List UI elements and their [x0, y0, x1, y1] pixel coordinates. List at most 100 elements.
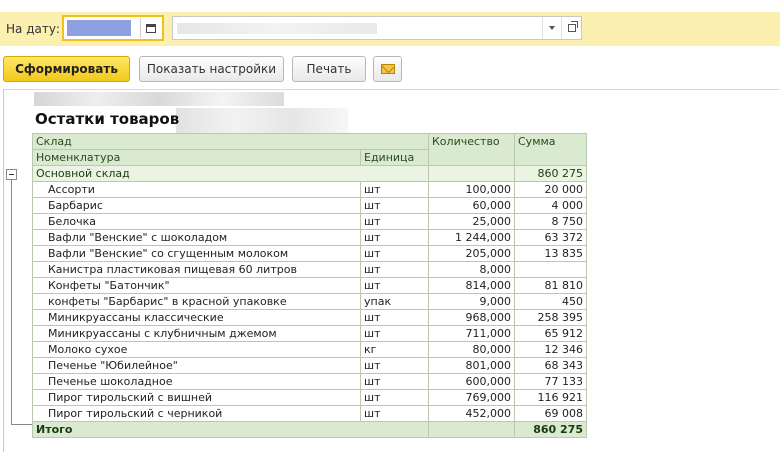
product-sum: [514, 261, 587, 278]
product-sum: 8 750: [514, 213, 587, 230]
column-header-sum[interactable]: Сумма: [514, 133, 587, 166]
open-button[interactable]: [561, 17, 582, 39]
product-quantity: 80,000: [428, 341, 515, 358]
report-header-redacted: [34, 92, 284, 106]
product-name: Молоко сухое: [32, 341, 361, 358]
organization-select[interactable]: [172, 16, 582, 40]
total-row[interactable]: Итого 860 275: [32, 421, 587, 438]
product-quantity: 60,000: [428, 197, 515, 214]
calendar-icon: [146, 23, 156, 33]
envelope-icon: [380, 64, 395, 74]
product-name: Печенье шоколадное: [32, 373, 361, 390]
product-unit: шт: [360, 325, 429, 342]
product-unit: шт: [360, 373, 429, 390]
table-header-row: Склад Количество Сумма: [32, 133, 587, 166]
product-name: Миникруассаны с клубничным джемом: [32, 325, 361, 342]
product-quantity: 600,000: [428, 373, 515, 390]
table-row[interactable]: Молоко сухое кг 80,000 12 346: [32, 341, 587, 358]
product-name: Барбарис: [32, 197, 361, 214]
product-unit: шт: [360, 245, 429, 262]
table-row[interactable]: Миникруассаны с клубничным джемом шт 711…: [32, 325, 587, 342]
product-unit: шт: [360, 229, 429, 246]
product-sum: 63 372: [514, 229, 587, 246]
table-row[interactable]: Печенье шоколадное шт 600,000 77 133: [32, 373, 587, 390]
product-quantity: 25,000: [428, 213, 515, 230]
table-row[interactable]: Белочка шт 25,000 8 750: [32, 213, 587, 230]
product-quantity: 711,000: [428, 325, 515, 342]
table-row[interactable]: Печенье "Юбилейное" шт 801,000 68 343: [32, 357, 587, 374]
product-name: Конфеты "Батончик": [32, 277, 361, 294]
table-row[interactable]: Вафли "Венские" со сгущенным молоком шт …: [32, 245, 587, 262]
table-row[interactable]: Ассорти шт 100,000 20 000: [32, 181, 587, 198]
group-row[interactable]: Основной склад 860 275: [32, 165, 587, 182]
show-settings-button[interactable]: Показать настройки: [139, 56, 284, 82]
product-name: Канистра пластиковая пищевая 60 литров: [32, 261, 361, 278]
product-quantity: 452,000: [428, 405, 515, 422]
product-unit: упак: [360, 293, 429, 310]
product-quantity: 814,000: [428, 277, 515, 294]
table-row[interactable]: конфеты "Барбарис" в красной упаковке уп…: [32, 293, 587, 310]
product-unit: шт: [360, 357, 429, 374]
product-quantity: 968,000: [428, 309, 515, 326]
product-sum: 13 835: [514, 245, 587, 262]
report-title: Остатки товаров: [35, 110, 180, 128]
column-header-unit[interactable]: Единица: [360, 149, 429, 166]
product-quantity: 1 244,000: [428, 229, 515, 246]
column-header-warehouse[interactable]: Склад: [32, 133, 429, 150]
product-sum: 65 912: [514, 325, 587, 342]
product-quantity: 205,000: [428, 245, 515, 262]
product-sum: 68 343: [514, 357, 587, 374]
tree-line: [11, 174, 12, 424]
product-sum: 69 008: [514, 405, 587, 422]
collapse-icon[interactable]: [6, 169, 17, 180]
product-unit: шт: [360, 197, 429, 214]
table-row[interactable]: Конфеты "Батончик" шт 814,000 81 810: [32, 277, 587, 294]
table-row[interactable]: Канистра пластиковая пищевая 60 литров ш…: [32, 261, 587, 278]
product-unit: кг: [360, 341, 429, 358]
table-row[interactable]: Миникруассаны классические шт 968,000 25…: [32, 309, 587, 326]
report-title-redacted: [176, 108, 348, 136]
organization-input[interactable]: [177, 23, 377, 34]
product-name: Пирог тирольский с черникой: [32, 405, 361, 422]
product-quantity: 8,000: [428, 261, 515, 278]
print-button[interactable]: Печать: [292, 56, 366, 82]
product-unit: шт: [360, 261, 429, 278]
product-sum: 4 000: [514, 197, 587, 214]
product-sum: 77 133: [514, 373, 587, 390]
table-row[interactable]: Вафли "Венские" с шоколадом шт 1 244,000…: [32, 229, 587, 246]
product-quantity: 100,000: [428, 181, 515, 198]
report-table: Склад Количество Сумма Номенклатура Един…: [32, 133, 587, 438]
product-quantity: 769,000: [428, 389, 515, 406]
product-sum: 450: [514, 293, 587, 310]
table-row[interactable]: Пирог тирольский с черникой шт 452,000 6…: [32, 405, 587, 422]
product-unit: шт: [360, 277, 429, 294]
product-sum: 12 346: [514, 341, 587, 358]
tree-line-end: [11, 424, 33, 425]
total-sum: 860 275: [514, 421, 587, 438]
send-email-button[interactable]: [373, 56, 402, 82]
product-unit: шт: [360, 389, 429, 406]
open-icon: [568, 21, 578, 32]
product-name: конфеты "Барбарис" в красной упаковке: [32, 293, 361, 310]
product-name: Вафли "Венские" с шоколадом: [32, 229, 361, 246]
column-header-quantity[interactable]: Количество: [428, 133, 515, 166]
chevron-down-icon: [549, 26, 555, 30]
product-unit: шт: [360, 213, 429, 230]
table-row[interactable]: Барбарис шт 60,000 4 000: [32, 197, 587, 214]
generate-button[interactable]: Сформировать: [3, 56, 130, 82]
group-sum: 860 275: [514, 165, 587, 182]
table-row[interactable]: Пирог тирольский с вишней шт 769,000 116…: [32, 389, 587, 406]
product-name: Печенье "Юбилейное": [32, 357, 361, 374]
product-name: Пирог тирольский с вишней: [32, 389, 361, 406]
product-name: Вафли "Венские" со сгущенным молоком: [32, 245, 361, 262]
date-field[interactable]: [62, 15, 164, 41]
dropdown-button[interactable]: [542, 17, 561, 39]
group-name: Основной склад: [32, 165, 429, 182]
column-header-product[interactable]: Номенклатура: [32, 149, 361, 166]
date-input[interactable]: [67, 20, 131, 36]
calendar-button[interactable]: [140, 18, 161, 38]
product-name: Ассорти: [32, 181, 361, 198]
product-unit: шт: [360, 309, 429, 326]
group-quantity: [428, 165, 515, 182]
product-sum: 81 810: [514, 277, 587, 294]
